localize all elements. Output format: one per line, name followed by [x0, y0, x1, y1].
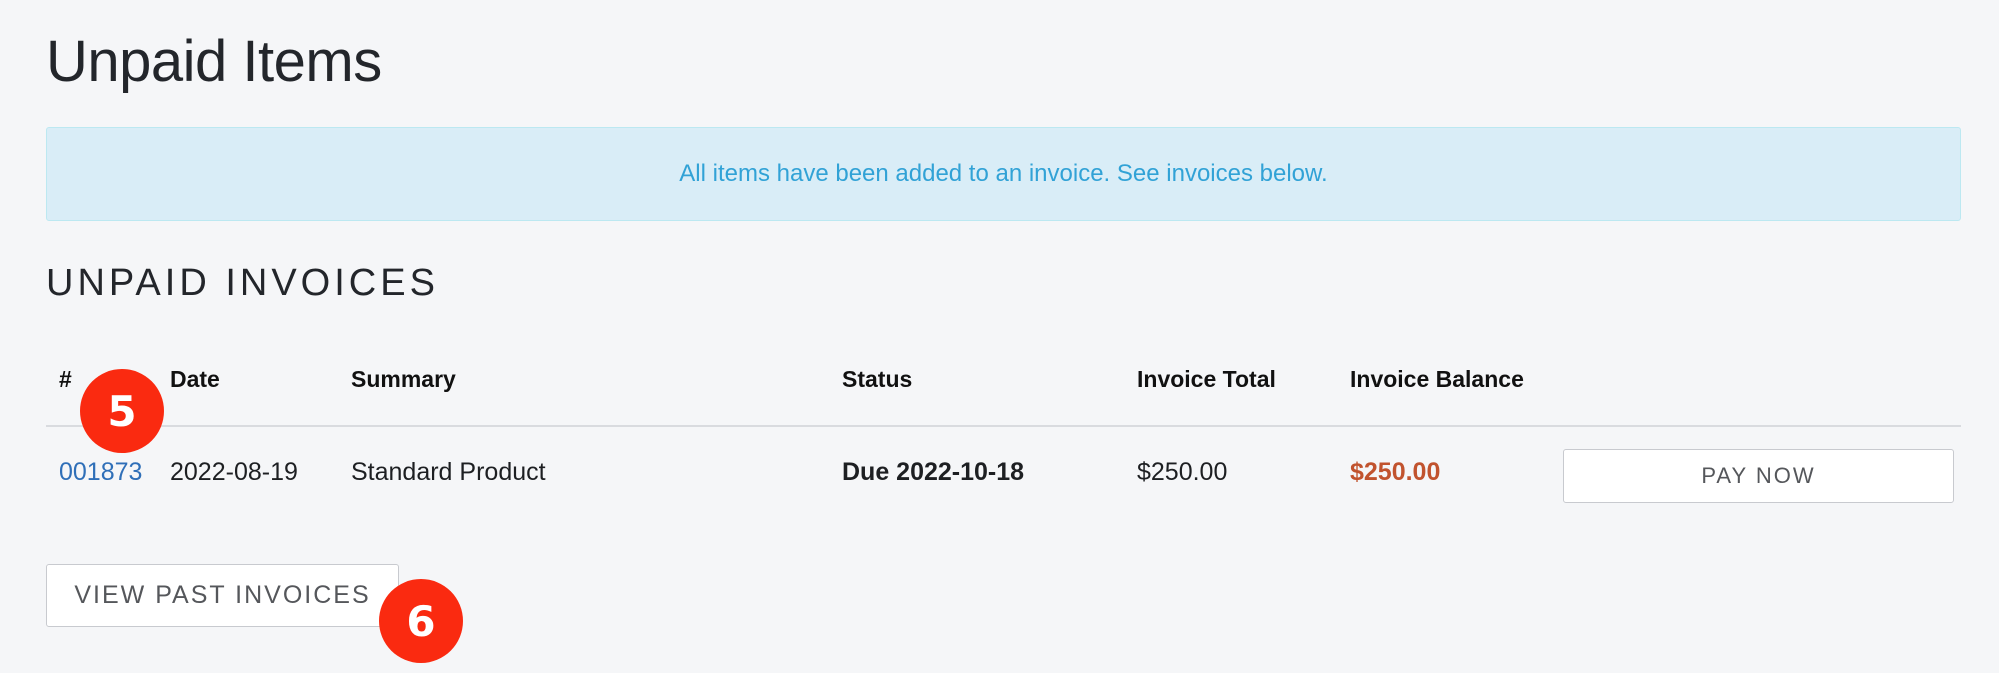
page-title: Unpaid Items [46, 29, 382, 94]
column-header-invoice-balance: Invoice Balance [1350, 366, 1524, 392]
invoice-date: 2022-08-19 [170, 458, 298, 486]
invoice-summary: Standard Product [351, 458, 546, 486]
column-header-summary: Summary [351, 366, 456, 392]
invoice-status: Due 2022-10-18 [842, 458, 1025, 486]
column-header-date: Date [170, 366, 220, 392]
step-badge-6: 6 [379, 579, 463, 663]
column-header-status: Status [842, 366, 913, 392]
pay-now-button[interactable]: PAY NOW [1563, 449, 1954, 503]
info-alert: All items have been added to an invoice.… [46, 127, 1961, 221]
invoice-balance: $250.00 [1350, 458, 1441, 486]
column-header-number: # [59, 366, 72, 392]
unpaid-items-page: Unpaid Items All items have been added t… [0, 0, 1999, 673]
unpaid-invoices-heading: UNPAID INVOICES [46, 262, 439, 304]
view-past-invoices-button[interactable]: VIEW PAST INVOICES [46, 564, 399, 627]
column-header-invoice-total: Invoice Total [1137, 366, 1276, 392]
alert-message: All items have been added to an invoice.… [679, 160, 1328, 187]
step-badge-5: 5 [80, 369, 164, 453]
table-row: 001873 2022-08-19 Standard Product Due 2… [46, 427, 1961, 517]
invoice-total: $250.00 [1137, 458, 1228, 486]
invoice-number-link[interactable]: 001873 [59, 458, 142, 487]
